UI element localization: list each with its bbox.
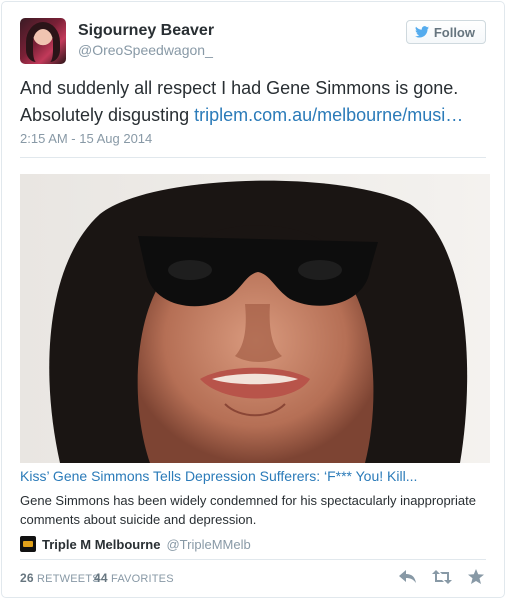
user-name[interactable]: Sigourney Beaver (78, 22, 214, 40)
favorite-icon[interactable] (466, 568, 486, 586)
favorites-label: FAVORITES (111, 573, 174, 585)
follow-button[interactable]: Follow (405, 20, 486, 44)
divider (20, 559, 486, 560)
source-handle[interactable]: @TripleMMelb (166, 537, 250, 552)
user-handle[interactable]: @OreoSpeedwagon_ (78, 42, 213, 58)
source-logo-icon (20, 536, 36, 552)
tweet-link[interactable]: triplem.com.au/melbourne/musi… (194, 105, 463, 125)
tweet-footer: 26 RETWEETS 44 FAVORITES (20, 568, 486, 587)
avatar[interactable] (20, 18, 66, 64)
twitter-bird-icon (414, 26, 429, 38)
reply-icon[interactable] (398, 568, 418, 586)
tweet-card: Sigourney Beaver @OreoSpeedwagon_ Follow… (1, 1, 505, 598)
link-card[interactable]: Kiss’ Gene Simmons Tells Depression Suff… (20, 174, 490, 559)
card-description: Gene Simmons has been widely condemned f… (20, 493, 476, 527)
retweets-count: 26 (20, 571, 34, 585)
retweets-stat[interactable]: 26 RETWEETS (20, 571, 100, 585)
source-name[interactable]: Triple M Melbourne (42, 537, 160, 552)
card-title[interactable]: Kiss’ Gene Simmons Tells Depression Suff… (20, 468, 490, 484)
card-source[interactable]: Triple M Melbourne @TripleMMelb (20, 536, 251, 552)
tweet-header: Sigourney Beaver @OreoSpeedwagon_ Follow (20, 18, 486, 64)
favorites-stat[interactable]: 44 FAVORITES (94, 571, 174, 585)
follow-label: Follow (433, 24, 475, 40)
divider (20, 157, 486, 158)
favorites-count: 44 (94, 571, 108, 585)
tweet-timestamp[interactable]: 2:15 AM - 15 Aug 2014 (20, 131, 152, 146)
retweets-label: RETWEETS (37, 573, 100, 585)
tweet-actions (398, 568, 486, 586)
retweet-icon[interactable] (432, 568, 452, 586)
tweet-text: And suddenly all respect I had Gene Simm… (20, 75, 490, 129)
card-image[interactable] (20, 174, 490, 463)
